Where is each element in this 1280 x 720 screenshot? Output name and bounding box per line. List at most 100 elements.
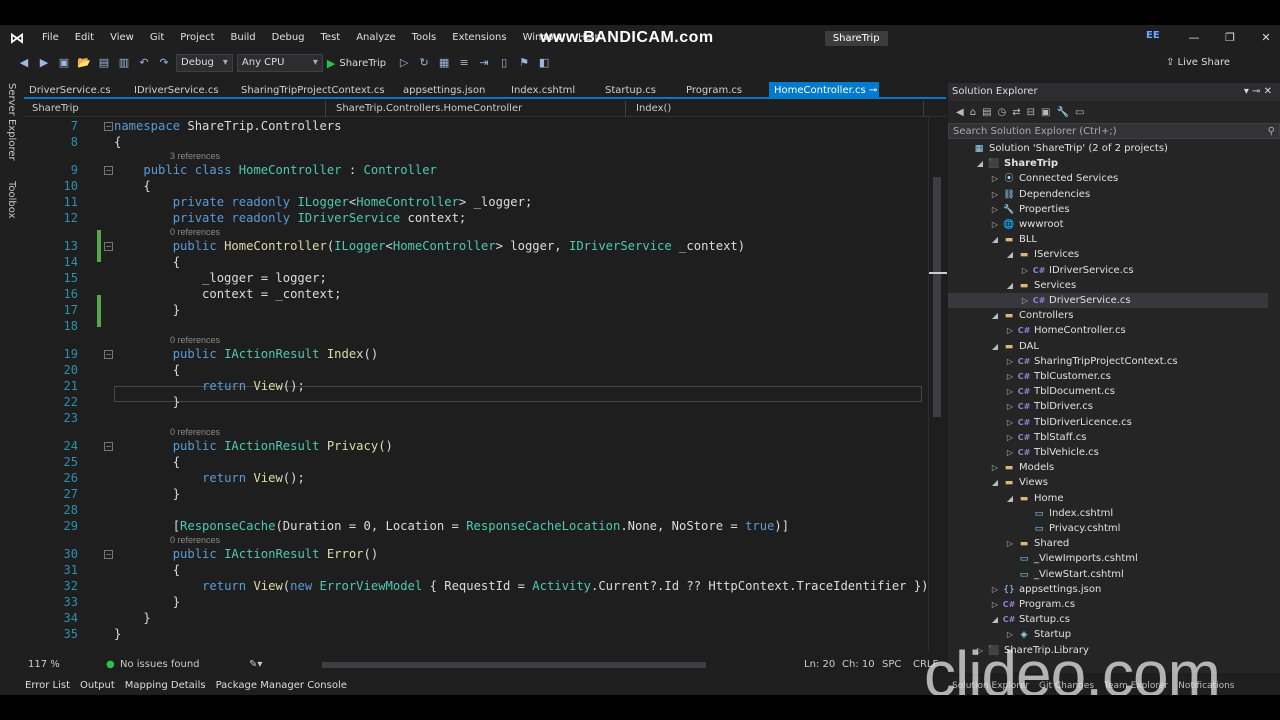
bookmark-icon[interactable]: ⚑ bbox=[516, 55, 532, 71]
collapsed-arrow-icon[interactable]: ▷ bbox=[988, 460, 1002, 475]
indent-icon[interactable]: ⇥ bbox=[476, 55, 492, 71]
tree-item[interactable]: ◢ C# Startup.cs bbox=[948, 612, 1268, 627]
platform-select[interactable]: Any CPU bbox=[236, 54, 323, 72]
run-target[interactable]: ShareTrip bbox=[339, 58, 392, 69]
expanded-arrow-icon[interactable]: ◢ bbox=[973, 156, 987, 171]
tree-item[interactable]: ▷ C# TblStaff.cs bbox=[948, 430, 1268, 445]
collapse-icon[interactable]: − bbox=[104, 550, 113, 559]
tree-item[interactable]: ▷{} appsettings.json bbox=[948, 582, 1268, 597]
minimize-icon[interactable]: — bbox=[1176, 25, 1212, 51]
collapsed-arrow-icon[interactable]: ▷ bbox=[1003, 384, 1017, 399]
tree-item[interactable]: ▷ C# TblDocument.cs bbox=[948, 384, 1268, 399]
tree-item[interactable]: ▭ _ViewImports.cshtml bbox=[948, 551, 1268, 566]
class-dropdown[interactable]: ShareTrip.Controllers.HomeController bbox=[328, 101, 626, 117]
start-without-debug-icon[interactable]: ▷ bbox=[396, 55, 412, 71]
collapse-icon[interactable]: − bbox=[104, 350, 113, 359]
show-all-files-icon[interactable]: ▣ bbox=[1041, 107, 1050, 118]
layout-icon[interactable]: ▦ bbox=[436, 55, 452, 71]
menu-project[interactable]: Project bbox=[172, 25, 222, 51]
codelens-references[interactable]: 0 references bbox=[170, 535, 220, 545]
new-project-icon[interactable]: ▣ bbox=[56, 55, 72, 71]
menu-edit[interactable]: Edit bbox=[67, 25, 102, 51]
tab-homecontroller[interactable]: HomeController.cs ⊸ ✕ bbox=[769, 82, 879, 97]
expanded-arrow-icon[interactable]: ◢ bbox=[988, 308, 1002, 323]
undo-icon[interactable]: ↶ bbox=[136, 55, 152, 71]
tree-item[interactable]: ▷ ▬ Models bbox=[948, 460, 1268, 475]
error-list-tab[interactable]: Error List bbox=[25, 680, 70, 691]
tree-item[interactable]: ▷ 🌐 wwwroot bbox=[948, 217, 1268, 232]
editor-horizontal-scrollbar[interactable] bbox=[322, 662, 706, 668]
expanded-arrow-icon[interactable]: ◢ bbox=[1003, 278, 1017, 293]
zoom-level[interactable]: 117 % bbox=[28, 659, 60, 670]
tree-item[interactable]: ◢ ▬ Controllers bbox=[948, 308, 1268, 323]
properties-icon[interactable]: 🔧 bbox=[1056, 107, 1068, 118]
tab-sharingtripcontext[interactable]: SharingTripProjectContext.cs bbox=[236, 82, 398, 97]
tree-item[interactable]: ▷ C# IDriverService.cs bbox=[948, 263, 1268, 278]
tree-item[interactable]: ▷ C# HomeController.cs bbox=[948, 323, 1268, 338]
menu-analyze[interactable]: Analyze bbox=[348, 25, 403, 51]
collapsed-arrow-icon[interactable]: ▷ bbox=[1003, 399, 1017, 414]
save-icon[interactable]: ▤ bbox=[96, 55, 112, 71]
collapsed-arrow-icon[interactable]: ▷ bbox=[1003, 445, 1017, 460]
account-badge[interactable]: EE bbox=[1146, 30, 1160, 41]
tree-item[interactable]: ▷ ⛓ Dependencies bbox=[948, 187, 1268, 202]
tree-item[interactable]: ▷ C# TblVehicle.cs bbox=[948, 445, 1268, 460]
expanded-arrow-icon[interactable]: ◢ bbox=[988, 232, 1002, 247]
project-dropdown[interactable]: ShareTrip bbox=[24, 101, 326, 117]
bookmark-prev-icon[interactable]: ◧ bbox=[536, 55, 552, 71]
whitespace-indicator[interactable]: SPC bbox=[882, 659, 901, 670]
collapse-icon[interactable]: − bbox=[104, 242, 113, 251]
tree-item[interactable]: ▷ C# Program.cs bbox=[948, 597, 1268, 612]
menu-debug[interactable]: Debug bbox=[264, 25, 313, 51]
collapsed-arrow-icon[interactable]: ▷ bbox=[988, 187, 1002, 202]
package-manager-console-tab[interactable]: Package Manager Console bbox=[216, 680, 347, 691]
tree-item[interactable]: ▷ C# TblDriver.cs bbox=[948, 399, 1268, 414]
collapse-icon[interactable]: − bbox=[104, 442, 113, 451]
collapse-icon[interactable]: − bbox=[104, 122, 113, 131]
tree-item[interactable]: ◢ ⬛ ShareTrip bbox=[948, 156, 1268, 171]
tab-program[interactable]: Program.cs bbox=[681, 82, 769, 97]
switch-views-icon[interactable]: ▤ bbox=[982, 107, 991, 118]
tree-item[interactable]: ◢ ▬ BLL bbox=[948, 232, 1268, 247]
tree-item[interactable]: ▭ Privacy.cshtml bbox=[948, 521, 1268, 536]
tab-idriverservice[interactable]: IDriverService.cs bbox=[129, 82, 236, 97]
expanded-arrow-icon[interactable]: ◢ bbox=[1003, 491, 1017, 506]
back-icon[interactable]: ◀ bbox=[956, 107, 964, 118]
open-icon[interactable]: 📂 bbox=[76, 55, 92, 71]
tree-item[interactable]: ▷ ▬ Shared bbox=[948, 536, 1268, 551]
tree-item[interactable]: ◢ ▬ Services bbox=[948, 278, 1268, 293]
tab-appsettings[interactable]: appsettings.json bbox=[398, 82, 506, 97]
code-editor[interactable]: 7− namespace ShareTrip.Controllers 8{ 3 r… bbox=[24, 117, 928, 652]
scroll-thumb[interactable] bbox=[933, 177, 941, 417]
brush-icon[interactable]: ✎▾ bbox=[249, 659, 262, 670]
editor-vertical-scrollbar[interactable] bbox=[928, 117, 947, 652]
history-icon[interactable]: ◷ bbox=[998, 107, 1007, 118]
collapsed-arrow-icon[interactable]: ▷ bbox=[988, 171, 1002, 186]
collapsed-arrow-icon[interactable]: ▷ bbox=[1003, 354, 1017, 369]
tree-item[interactable]: ▭ _ViewStart.cshtml bbox=[948, 567, 1268, 582]
tree-item[interactable]: ▭ Index.cshtml bbox=[948, 506, 1268, 521]
maximize-icon[interactable]: ❐ bbox=[1212, 25, 1248, 51]
collapsed-arrow-icon[interactable]: ▷ bbox=[1003, 323, 1017, 338]
expanded-arrow-icon[interactable]: ◢ bbox=[988, 475, 1002, 490]
close-icon[interactable]: ▾ ⊸ ✕ bbox=[1244, 83, 1272, 101]
tree-item[interactable]: ▦ Solution 'ShareTrip' (2 of 2 projects) bbox=[948, 141, 1268, 156]
codelens-references[interactable]: 0 references bbox=[170, 227, 220, 237]
forward-icon[interactable]: ▶ bbox=[36, 55, 52, 71]
output-tab[interactable]: Output bbox=[80, 680, 115, 691]
issues-status[interactable]: No issues found bbox=[120, 659, 200, 670]
menu-build[interactable]: Build bbox=[223, 25, 264, 51]
refresh-icon[interactable]: ↻ bbox=[416, 55, 432, 71]
menu-test[interactable]: Test bbox=[313, 25, 349, 51]
collapsed-arrow-icon[interactable]: ▷ bbox=[988, 597, 1002, 612]
redo-icon[interactable]: ↷ bbox=[156, 55, 172, 71]
tree-item[interactable]: ▷ C# SharingTripProjectContext.cs bbox=[948, 354, 1268, 369]
expanded-arrow-icon[interactable]: ◢ bbox=[988, 339, 1002, 354]
collapse-icon[interactable]: − bbox=[104, 166, 113, 175]
solution-search-input[interactable]: Search Solution Explorer (Ctrl+;) ⚲ bbox=[948, 123, 1280, 139]
collapsed-arrow-icon[interactable]: ▷ bbox=[1003, 536, 1017, 551]
collapsed-arrow-icon[interactable]: ▷ bbox=[988, 202, 1002, 217]
search-icon[interactable]: ⚲ bbox=[1268, 124, 1275, 140]
save-all-icon[interactable]: ▥ bbox=[116, 55, 132, 71]
configuration-select[interactable]: Debug bbox=[176, 54, 233, 72]
